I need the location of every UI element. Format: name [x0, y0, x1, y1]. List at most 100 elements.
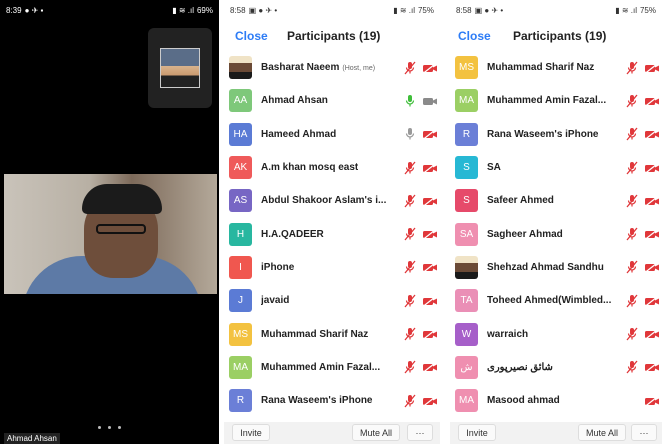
participant-row[interactable]: Jjavaid	[224, 284, 440, 317]
participant-name-text: javaid	[261, 295, 290, 307]
camera-off-icon	[644, 128, 660, 141]
status-bar: 8:39 ● ✈ ▪ ▮ ≋ .ıl 69%	[0, 0, 219, 20]
participant-avatar: HA	[229, 122, 252, 146]
participant-name: iPhone	[261, 262, 294, 273]
battery-text: 69%	[196, 5, 213, 15]
participant-row[interactable]: H H.A.QADEER	[224, 217, 440, 250]
participant-avatar: MA	[455, 389, 478, 413]
participants-footer: Invite Mute All ···	[450, 422, 662, 444]
participant-row[interactable]: MA Masood ahmad	[450, 384, 662, 417]
host-tag: (Host, me)	[342, 65, 376, 73]
participant-status-icons	[404, 227, 438, 241]
participant-avatar: AA	[229, 89, 252, 113]
participant-avatar: ش	[455, 355, 478, 379]
participant-status-icons	[404, 161, 438, 175]
participant-row[interactable]: AK A.m khan mosq east	[224, 151, 440, 184]
participant-row[interactable]: AA Ahmad Ahsan	[224, 84, 440, 117]
participant-name-text: A.m khan mosq east	[261, 162, 359, 174]
camera-off-icon	[422, 394, 438, 407]
speaker-glasses	[96, 224, 146, 234]
participant-name: Rana Waseem's iPhone	[487, 129, 599, 140]
participants-screen-1: 8:58 ▣ ● ✈ • ▮ ≋ .ıl 75% Close Participant…	[224, 0, 440, 444]
participant-name: Sagheer Ahmad	[487, 229, 563, 240]
camera-off-icon	[644, 328, 660, 340]
status-bar: 8:58 ▣ ● ✈ • ▮ ≋ .ıl 75%	[224, 0, 440, 20]
status-bar: 8:58 ▣ ● ✈ • ▮ ≋ .ıl 75%	[450, 0, 662, 20]
participant-row[interactable]: MA Muhammed Amin Fazal...	[450, 84, 662, 117]
participant-name: Muhammad Sharif Naz	[261, 329, 368, 340]
participant-row[interactable]: MA Muhammed Amin Fazal...	[224, 351, 440, 384]
participant-list: Basharat Naeem (Host, me) AA Ahmad Ahsan HA H…	[224, 51, 440, 417]
mic-muted-icon	[404, 227, 416, 241]
participant-row[interactable]: HA Hameed Ahmad	[224, 118, 440, 151]
participant-row[interactable]: Wwarraich	[450, 317, 662, 350]
participant-name: Masood ahmad	[487, 395, 560, 406]
participant-name-text: Basharat Naeem	[261, 62, 340, 74]
participant-status-icons	[626, 360, 660, 374]
more-button[interactable]: ···	[631, 424, 657, 441]
close-button[interactable]: Close	[235, 29, 268, 43]
camera-off-icon	[422, 61, 438, 74]
participant-name: Ahmad Ahsan	[261, 95, 328, 106]
participants-title: Participants (19)	[287, 29, 381, 43]
invite-button[interactable]: Invite	[232, 424, 270, 441]
participant-name: Muhammad Sharif Naz	[487, 62, 594, 73]
participant-avatar: H	[229, 222, 252, 246]
more-button[interactable]: ···	[407, 424, 433, 441]
participant-row[interactable]: ش شائق نصیرپوری	[450, 351, 662, 384]
participant-name-text: Muhammad Sharif Naz	[487, 62, 595, 74]
participant-status-icons	[626, 260, 660, 274]
participant-avatar: W	[455, 322, 478, 346]
participant-avatar: TA	[455, 289, 478, 313]
participant-avatar: MA	[229, 355, 252, 379]
participant-avatar	[229, 56, 252, 80]
participant-row[interactable]: Shehzad Ahmad Sandhu	[450, 251, 662, 284]
participants-footer: Invite Mute All ···	[224, 422, 440, 444]
participant-name-text: Safeer Ahmed	[487, 195, 554, 207]
participant-row[interactable]: MS Muhammad Sharif Naz	[224, 317, 440, 350]
participant-row[interactable]: SA Sagheer Ahmad	[450, 217, 662, 250]
invite-button[interactable]: Invite	[458, 424, 496, 441]
participants-header: Close Participants (19)	[224, 22, 440, 50]
participant-row[interactable]: S SA	[450, 151, 662, 184]
notification-icons: ▣ ● ✈ •	[474, 5, 504, 15]
participant-status-icons	[626, 127, 660, 141]
speaker-name-tag: Ahmad Ahsan	[4, 433, 60, 444]
participant-row[interactable]: MS Muhammad Sharif Naz	[450, 51, 662, 84]
participant-name-text: Muhammed Amin Fazal...	[261, 361, 381, 373]
participant-name-text: Muhammad Sharif Naz	[261, 328, 369, 340]
participants-header: Close Participants (19)	[450, 22, 662, 50]
participant-status-icons	[404, 294, 438, 308]
participant-row[interactable]: AS Abdul Shakoor Aslam's i...	[224, 184, 440, 217]
mic-muted-icon	[404, 360, 416, 374]
mic-muted-icon	[404, 394, 416, 408]
mic-muted-icon	[626, 61, 638, 75]
participant-row[interactable]: IiPhone	[224, 251, 440, 284]
participant-row[interactable]: R Rana Waseem's iPhone	[224, 384, 440, 417]
participant-name-text: Toheed Ahmed(Wimbled...	[487, 295, 612, 307]
participant-name: A.m khan mosq east	[261, 162, 358, 173]
close-button[interactable]: Close	[458, 29, 491, 43]
participant-name-text: Abdul Shakoor Aslam's i...	[261, 195, 387, 207]
participant-name: Toheed Ahmed(Wimbled...	[487, 295, 611, 306]
participant-row[interactable]: S Safeer Ahmed	[450, 184, 662, 217]
active-speaker-video[interactable]	[4, 174, 217, 294]
participant-status-icons	[404, 127, 438, 141]
status-time: 8:39	[6, 5, 22, 15]
participant-status-icons	[404, 260, 438, 274]
mute-all-button[interactable]: Mute All	[352, 424, 400, 441]
participant-row[interactable]: Basharat Naeem (Host, me)	[224, 51, 440, 84]
participant-avatar: AS	[229, 189, 252, 213]
participant-status-icons	[626, 327, 660, 341]
self-view-thumbnail[interactable]	[148, 28, 212, 108]
mic-icon	[405, 128, 415, 140]
participant-row[interactable]: R Rana Waseem's iPhone	[450, 118, 662, 151]
mute-all-button[interactable]: Mute All	[578, 424, 626, 441]
participant-row[interactable]: TA Toheed Ahmed(Wimbled...	[450, 284, 662, 317]
mic-muted-icon	[626, 227, 638, 241]
notification-icons: ▣ ● ✈ •	[248, 5, 278, 15]
participant-name: Safeer Ahmed	[487, 195, 554, 206]
camera-off-icon	[644, 261, 660, 274]
camera-off-icon	[644, 361, 660, 374]
participant-name: javaid	[261, 295, 289, 306]
